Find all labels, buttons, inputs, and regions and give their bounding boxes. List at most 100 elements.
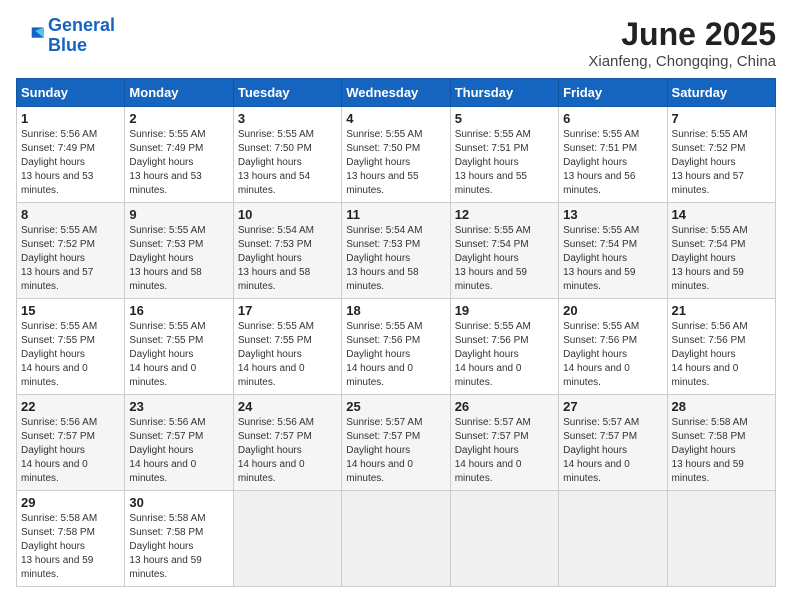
day-number: 12 (455, 207, 554, 222)
calendar-cell: 8 Sunrise: 5:55 AMSunset: 7:52 PMDayligh… (17, 203, 125, 299)
header: General Blue June 2025 Xianfeng, Chongqi… (16, 16, 776, 70)
day-number: 14 (672, 207, 771, 222)
header-day-monday: Monday (125, 79, 233, 107)
calendar-cell (450, 491, 558, 587)
day-number: 19 (455, 303, 554, 318)
day-number: 3 (238, 111, 337, 126)
calendar-cell: 15 Sunrise: 5:55 AMSunset: 7:55 PMDaylig… (17, 299, 125, 395)
day-number: 23 (129, 399, 228, 414)
calendar-cell: 14 Sunrise: 5:55 AMSunset: 7:54 PMDaylig… (667, 203, 775, 299)
day-info: Sunrise: 5:58 AMSunset: 7:58 PMDaylight … (129, 513, 205, 580)
calendar-cell: 25 Sunrise: 5:57 AMSunset: 7:57 PMDaylig… (342, 395, 450, 491)
day-number: 5 (455, 111, 554, 126)
header-day-sunday: Sunday (17, 79, 125, 107)
calendar-cell: 16 Sunrise: 5:55 AMSunset: 7:55 PMDaylig… (125, 299, 233, 395)
day-number: 8 (21, 207, 120, 222)
calendar-cell: 6 Sunrise: 5:55 AMSunset: 7:51 PMDayligh… (559, 107, 667, 203)
day-info: Sunrise: 5:55 AMSunset: 7:56 PMDaylight … (563, 321, 639, 388)
day-info: Sunrise: 5:55 AMSunset: 7:56 PMDaylight … (455, 321, 531, 388)
calendar-cell: 3 Sunrise: 5:55 AMSunset: 7:50 PMDayligh… (233, 107, 341, 203)
calendar-cell: 26 Sunrise: 5:57 AMSunset: 7:57 PMDaylig… (450, 395, 558, 491)
calendar-cell: 13 Sunrise: 5:55 AMSunset: 7:54 PMDaylig… (559, 203, 667, 299)
day-info: Sunrise: 5:55 AMSunset: 7:55 PMDaylight … (129, 321, 205, 388)
day-number: 17 (238, 303, 337, 318)
calendar-cell: 12 Sunrise: 5:55 AMSunset: 7:54 PMDaylig… (450, 203, 558, 299)
day-info: Sunrise: 5:58 AMSunset: 7:58 PMDaylight … (21, 513, 97, 580)
day-number: 24 (238, 399, 337, 414)
day-info: Sunrise: 5:55 AMSunset: 7:55 PMDaylight … (21, 321, 97, 388)
logo-icon (16, 24, 44, 48)
calendar-cell (559, 491, 667, 587)
day-info: Sunrise: 5:55 AMSunset: 7:54 PMDaylight … (455, 225, 531, 292)
calendar-cell: 1 Sunrise: 5:56 AMSunset: 7:49 PMDayligh… (17, 107, 125, 203)
day-number: 26 (455, 399, 554, 414)
calendar-cell: 28 Sunrise: 5:58 AMSunset: 7:58 PMDaylig… (667, 395, 775, 491)
day-info: Sunrise: 5:55 AMSunset: 7:51 PMDaylight … (563, 129, 639, 196)
day-info: Sunrise: 5:55 AMSunset: 7:52 PMDaylight … (672, 129, 748, 196)
header-day-tuesday: Tuesday (233, 79, 341, 107)
day-info: Sunrise: 5:54 AMSunset: 7:53 PMDaylight … (238, 225, 314, 292)
day-number: 27 (563, 399, 662, 414)
day-info: Sunrise: 5:56 AMSunset: 7:57 PMDaylight … (21, 417, 97, 484)
logo: General Blue (16, 16, 115, 56)
calendar-header-row: SundayMondayTuesdayWednesdayThursdayFrid… (17, 79, 776, 107)
calendar-cell: 21 Sunrise: 5:56 AMSunset: 7:56 PMDaylig… (667, 299, 775, 395)
calendar-cell: 19 Sunrise: 5:55 AMSunset: 7:56 PMDaylig… (450, 299, 558, 395)
day-number: 21 (672, 303, 771, 318)
calendar-cell: 27 Sunrise: 5:57 AMSunset: 7:57 PMDaylig… (559, 395, 667, 491)
day-info: Sunrise: 5:55 AMSunset: 7:56 PMDaylight … (346, 321, 422, 388)
day-number: 20 (563, 303, 662, 318)
calendar-week-3: 15 Sunrise: 5:55 AMSunset: 7:55 PMDaylig… (17, 299, 776, 395)
title-area: June 2025 Xianfeng, Chongqing, China (588, 16, 776, 70)
calendar-cell (342, 491, 450, 587)
day-info: Sunrise: 5:55 AMSunset: 7:50 PMDaylight … (238, 129, 314, 196)
calendar-cell: 2 Sunrise: 5:55 AMSunset: 7:49 PMDayligh… (125, 107, 233, 203)
calendar-cell: 23 Sunrise: 5:56 AMSunset: 7:57 PMDaylig… (125, 395, 233, 491)
day-info: Sunrise: 5:55 AMSunset: 7:54 PMDaylight … (672, 225, 748, 292)
day-number: 9 (129, 207, 228, 222)
calendar-week-1: 1 Sunrise: 5:56 AMSunset: 7:49 PMDayligh… (17, 107, 776, 203)
calendar-cell: 5 Sunrise: 5:55 AMSunset: 7:51 PMDayligh… (450, 107, 558, 203)
day-number: 11 (346, 207, 445, 222)
logo-line2: Blue (48, 35, 87, 55)
day-number: 6 (563, 111, 662, 126)
day-number: 25 (346, 399, 445, 414)
day-info: Sunrise: 5:56 AMSunset: 7:57 PMDaylight … (238, 417, 314, 484)
day-info: Sunrise: 5:57 AMSunset: 7:57 PMDaylight … (346, 417, 422, 484)
day-info: Sunrise: 5:55 AMSunset: 7:49 PMDaylight … (129, 129, 205, 196)
day-number: 7 (672, 111, 771, 126)
day-info: Sunrise: 5:57 AMSunset: 7:57 PMDaylight … (563, 417, 639, 484)
day-number: 16 (129, 303, 228, 318)
day-info: Sunrise: 5:56 AMSunset: 7:57 PMDaylight … (129, 417, 205, 484)
day-number: 29 (21, 495, 120, 510)
calendar-cell: 9 Sunrise: 5:55 AMSunset: 7:53 PMDayligh… (125, 203, 233, 299)
header-day-wednesday: Wednesday (342, 79, 450, 107)
day-number: 13 (563, 207, 662, 222)
calendar-cell: 18 Sunrise: 5:55 AMSunset: 7:56 PMDaylig… (342, 299, 450, 395)
day-info: Sunrise: 5:55 AMSunset: 7:54 PMDaylight … (563, 225, 639, 292)
day-number: 2 (129, 111, 228, 126)
calendar-week-5: 29 Sunrise: 5:58 AMSunset: 7:58 PMDaylig… (17, 491, 776, 587)
day-number: 18 (346, 303, 445, 318)
header-day-thursday: Thursday (450, 79, 558, 107)
day-info: Sunrise: 5:58 AMSunset: 7:58 PMDaylight … (672, 417, 748, 484)
calendar-cell: 22 Sunrise: 5:56 AMSunset: 7:57 PMDaylig… (17, 395, 125, 491)
calendar-cell: 30 Sunrise: 5:58 AMSunset: 7:58 PMDaylig… (125, 491, 233, 587)
location-title: Xianfeng, Chongqing, China (588, 53, 776, 70)
day-info: Sunrise: 5:55 AMSunset: 7:50 PMDaylight … (346, 129, 422, 196)
day-info: Sunrise: 5:55 AMSunset: 7:55 PMDaylight … (238, 321, 314, 388)
calendar-cell: 4 Sunrise: 5:55 AMSunset: 7:50 PMDayligh… (342, 107, 450, 203)
logo-text: General Blue (48, 16, 115, 56)
header-day-saturday: Saturday (667, 79, 775, 107)
day-number: 1 (21, 111, 120, 126)
month-title: June 2025 (588, 16, 776, 53)
day-info: Sunrise: 5:54 AMSunset: 7:53 PMDaylight … (346, 225, 422, 292)
calendar-cell (667, 491, 775, 587)
logo-line1: General (48, 15, 115, 35)
day-info: Sunrise: 5:55 AMSunset: 7:52 PMDaylight … (21, 225, 97, 292)
day-number: 4 (346, 111, 445, 126)
day-info: Sunrise: 5:56 AMSunset: 7:56 PMDaylight … (672, 321, 748, 388)
calendar-week-4: 22 Sunrise: 5:56 AMSunset: 7:57 PMDaylig… (17, 395, 776, 491)
day-info: Sunrise: 5:56 AMSunset: 7:49 PMDaylight … (21, 129, 97, 196)
calendar-cell: 11 Sunrise: 5:54 AMSunset: 7:53 PMDaylig… (342, 203, 450, 299)
